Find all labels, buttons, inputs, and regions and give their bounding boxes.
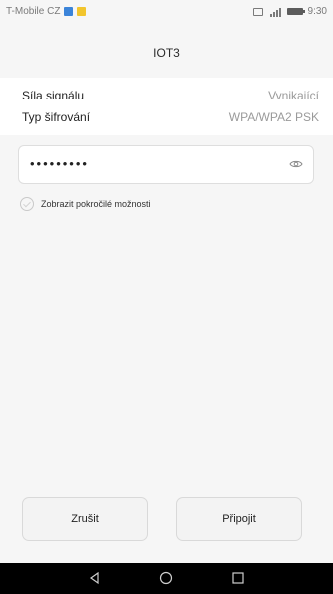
home-icon[interactable] xyxy=(159,571,173,585)
password-field[interactable]: ••••••••• xyxy=(18,145,314,184)
app-notification-yellow-icon xyxy=(77,7,87,16)
back-icon[interactable] xyxy=(88,571,102,585)
advanced-options-toggle[interactable]: Zobrazit pokročilé možnosti xyxy=(20,197,151,211)
connect-button[interactable]: Připojit xyxy=(176,497,302,541)
advanced-options-label: Zobrazit pokročilé možnosti xyxy=(41,199,151,209)
encryption-type-label: Typ šifrování xyxy=(22,110,91,124)
password-value: ••••••••• xyxy=(30,156,89,171)
checkbox-icon[interactable] xyxy=(20,197,34,211)
status-left: T-Mobile CZ xyxy=(6,6,87,17)
network-title: IOT3 xyxy=(153,46,180,60)
recent-apps-icon[interactable] xyxy=(231,571,245,585)
signal-icon xyxy=(269,7,281,17)
battery-icon xyxy=(286,8,305,15)
eye-icon[interactable] xyxy=(289,159,303,169)
cancel-button[interactable]: Zrušit xyxy=(22,497,148,541)
navigation-bar xyxy=(0,563,333,594)
clock: 9:30 xyxy=(307,6,327,17)
status-right: 9:30 xyxy=(252,6,327,17)
status-bar: T-Mobile CZ 9:30 xyxy=(0,0,333,24)
carrier-label: T-Mobile CZ xyxy=(6,6,61,17)
app-notification-blue-icon xyxy=(64,7,74,16)
sim-icon xyxy=(252,7,263,16)
encryption-type-value: WPA/WPA2 PSK xyxy=(228,110,319,124)
encryption-type-row: Typ šifrování WPA/WPA2 PSK xyxy=(0,99,333,135)
